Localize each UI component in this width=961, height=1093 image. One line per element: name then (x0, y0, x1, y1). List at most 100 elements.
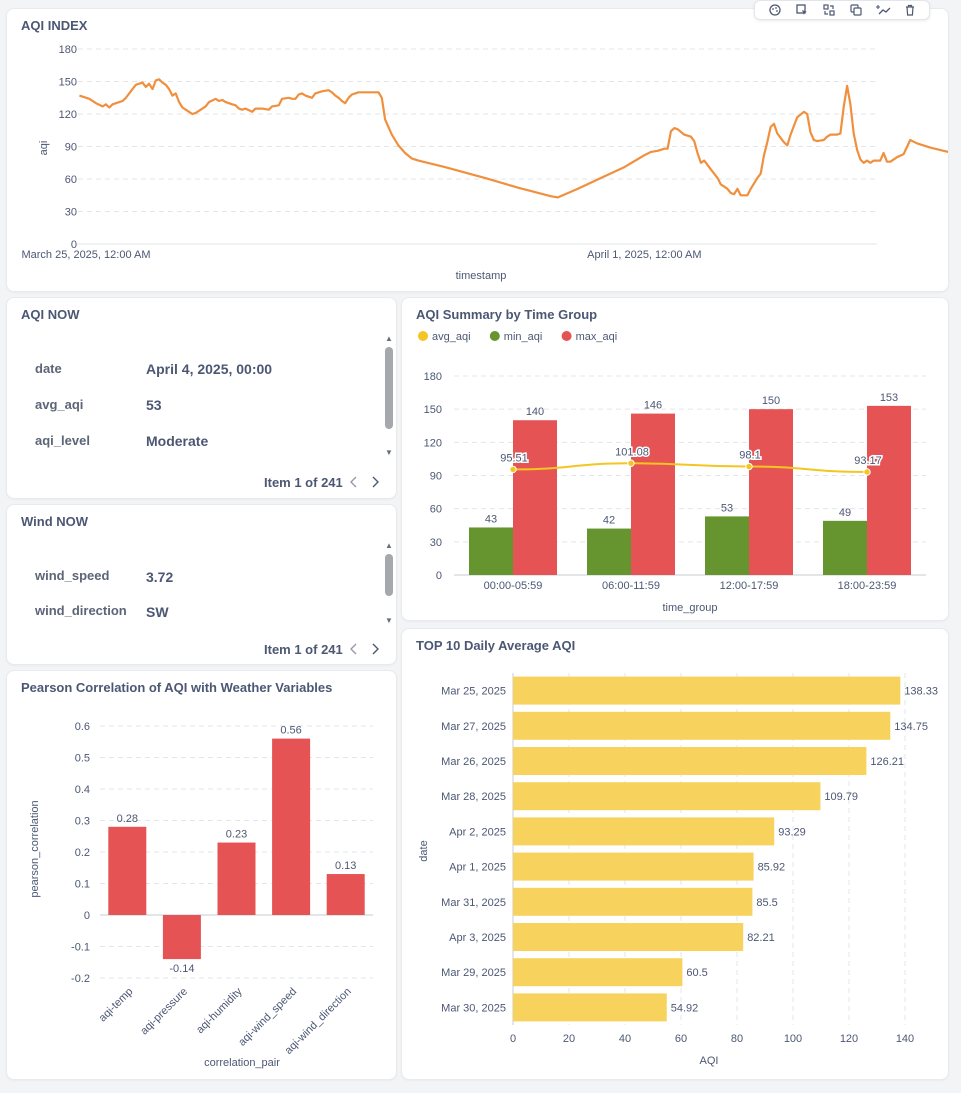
detail-value-aqi-level: Moderate (146, 433, 209, 449)
legend-label: max_aqi (576, 331, 618, 343)
aqi-bar (513, 923, 744, 951)
aqi-bar (513, 711, 891, 740)
aqi-index-chart[interactable]: 0306090120150180March 25, 2025, 12:00 AM… (7, 9, 949, 292)
pearson-chart[interactable]: -0.2 -0.1 0 0.1 0.2 0.3 0.4 0.5 0.6 0.28 aqi-temp -… (7, 671, 397, 1080)
top10-chart[interactable]: 0 20 40 60 80 100 120 140 138.33 Mar 25, 2025 134.… (402, 629, 949, 1080)
aqi-index-card: AQI INDEX 0 30 60 90 120 150 180 March 25, 2025… (6, 8, 949, 292)
data-label: 42 (603, 515, 615, 527)
legend-swatch (561, 331, 572, 341)
scroll-thumb[interactable] (385, 554, 393, 596)
next-page-icon[interactable] (368, 641, 382, 657)
correlation-bar (326, 874, 365, 915)
data-label: 140 (526, 406, 544, 418)
x-tick-label: aqi-wind_speed (236, 986, 299, 1049)
x-tick-label: aqi-humidity (194, 985, 245, 1036)
scroll-up-icon[interactable]: ▲ (384, 541, 394, 550)
x-tick-label: aqi-pressure (138, 986, 190, 1038)
aqi-bar (513, 958, 683, 987)
data-label: 101.08 (615, 446, 649, 458)
previous-page-icon[interactable] (347, 641, 361, 657)
data-label: 138.33 (904, 686, 938, 698)
x-axis-label: timestamp (456, 270, 507, 282)
bar-max_aqi (867, 405, 911, 575)
scrollbar[interactable]: ▲ ▼ (384, 541, 394, 625)
x-tick-label: 100 (784, 1033, 802, 1045)
data-label: 54.92 (671, 1002, 699, 1014)
y-tick-label: 0.4 (75, 784, 90, 796)
replace-icon[interactable] (820, 2, 838, 18)
y-tick-label: Apr 2, 2025 (449, 826, 506, 838)
add-series-icon[interactable] (874, 2, 892, 18)
data-label: 153 (880, 392, 898, 404)
avg-aqi-point (745, 462, 753, 471)
bar-max_aqi (749, 409, 793, 575)
scrollbar[interactable]: ▲ ▼ (384, 334, 394, 458)
bar-min_aqi (469, 527, 513, 575)
y-tick-label: 0.2 (75, 847, 90, 859)
data-label: 49 (839, 507, 851, 519)
data-label: 134.75 (894, 721, 928, 733)
scroll-up-icon[interactable]: ▲ (384, 334, 394, 343)
detail-value-avg-aqi: 53 (146, 397, 162, 413)
data-label: 43 (485, 513, 497, 525)
detail-key-wind-speed: wind_speed (35, 568, 110, 583)
x-tick-label: April 1, 2025, 12:00 AM (587, 249, 701, 261)
data-label: 0.56 (280, 725, 301, 737)
data-label: 98.1 (739, 450, 760, 462)
y-tick-label: Apr 3, 2025 (449, 932, 506, 944)
top10-card: TOP 10 Daily Average AQI 0 20 40 60 80 100 120… (401, 628, 949, 1080)
y-tick-label: 150 (424, 404, 442, 416)
x-tick-label: 120 (840, 1033, 858, 1045)
y-tick-label: 180 (59, 44, 77, 56)
data-label: 82.21 (747, 932, 775, 944)
x-tick-label: 20 (563, 1033, 575, 1045)
x-tick-label: 06:00-11:59 (602, 580, 660, 592)
scroll-down-icon[interactable]: ▼ (384, 616, 394, 625)
data-label: 85.92 (758, 862, 786, 874)
y-tick-label: Mar 26, 2025 (441, 756, 506, 768)
legend-label: min_aqi (504, 331, 543, 343)
legend-label: avg_aqi (432, 331, 471, 343)
bar-min_aqi (823, 520, 867, 575)
y-tick-label: 0.3 (75, 816, 90, 828)
aqi-bar (513, 993, 667, 1022)
trash-icon[interactable] (901, 2, 919, 18)
y-tick-label: 0.5 (75, 753, 90, 765)
correlation-bar (162, 915, 201, 960)
aqi-bar (513, 782, 821, 811)
scroll-down-icon[interactable]: ▼ (384, 448, 394, 457)
x-tick-label: 140 (896, 1033, 914, 1045)
dashcard-toolbar (754, 0, 930, 20)
y-tick-label: Mar 30, 2025 (441, 1002, 506, 1014)
previous-page-icon[interactable] (347, 474, 361, 490)
avg-aqi-line (512, 462, 868, 473)
detail-key-aqi-level: aqi_level (35, 433, 90, 448)
data-label: 126.21 (870, 756, 904, 768)
data-label: 0.13 (335, 860, 356, 872)
y-tick-label: 150 (59, 77, 77, 89)
legend-swatch (489, 331, 500, 341)
avg-aqi-point (863, 468, 871, 476)
next-page-icon[interactable] (368, 474, 382, 490)
legend-swatch (418, 331, 428, 341)
duplicate-icon[interactable] (847, 2, 865, 18)
palette-icon[interactable] (766, 2, 784, 18)
scroll-thumb[interactable] (385, 347, 393, 429)
detail-value-date: April 4, 2025, 00:00 (146, 361, 273, 377)
y-tick-label: Mar 29, 2025 (441, 967, 506, 979)
y-tick-label: 0 (436, 570, 442, 582)
x-axis-label: time_group (662, 602, 717, 614)
y-tick-label: 90 (65, 142, 77, 154)
y-tick-label: 60 (65, 174, 77, 186)
y-tick-label: -0.1 (71, 942, 90, 954)
y-tick-label: 60 (430, 504, 442, 516)
aqi-summary-chart[interactable]: avg_aqi min_aqi max_aqi 0 30 60 90 120 150 180 43 1… (402, 298, 949, 621)
data-label: 85.5 (756, 897, 777, 909)
data-label: 95.51 (500, 452, 528, 464)
x-tick-label: 18:00-23:59 (838, 580, 897, 592)
correlation-bar (108, 826, 147, 915)
click-behavior-icon[interactable] (793, 2, 811, 18)
aqi-bar (513, 747, 867, 775)
x-tick-label: 60 (675, 1033, 687, 1045)
pager-label: Item 1 of 241 (264, 475, 343, 490)
